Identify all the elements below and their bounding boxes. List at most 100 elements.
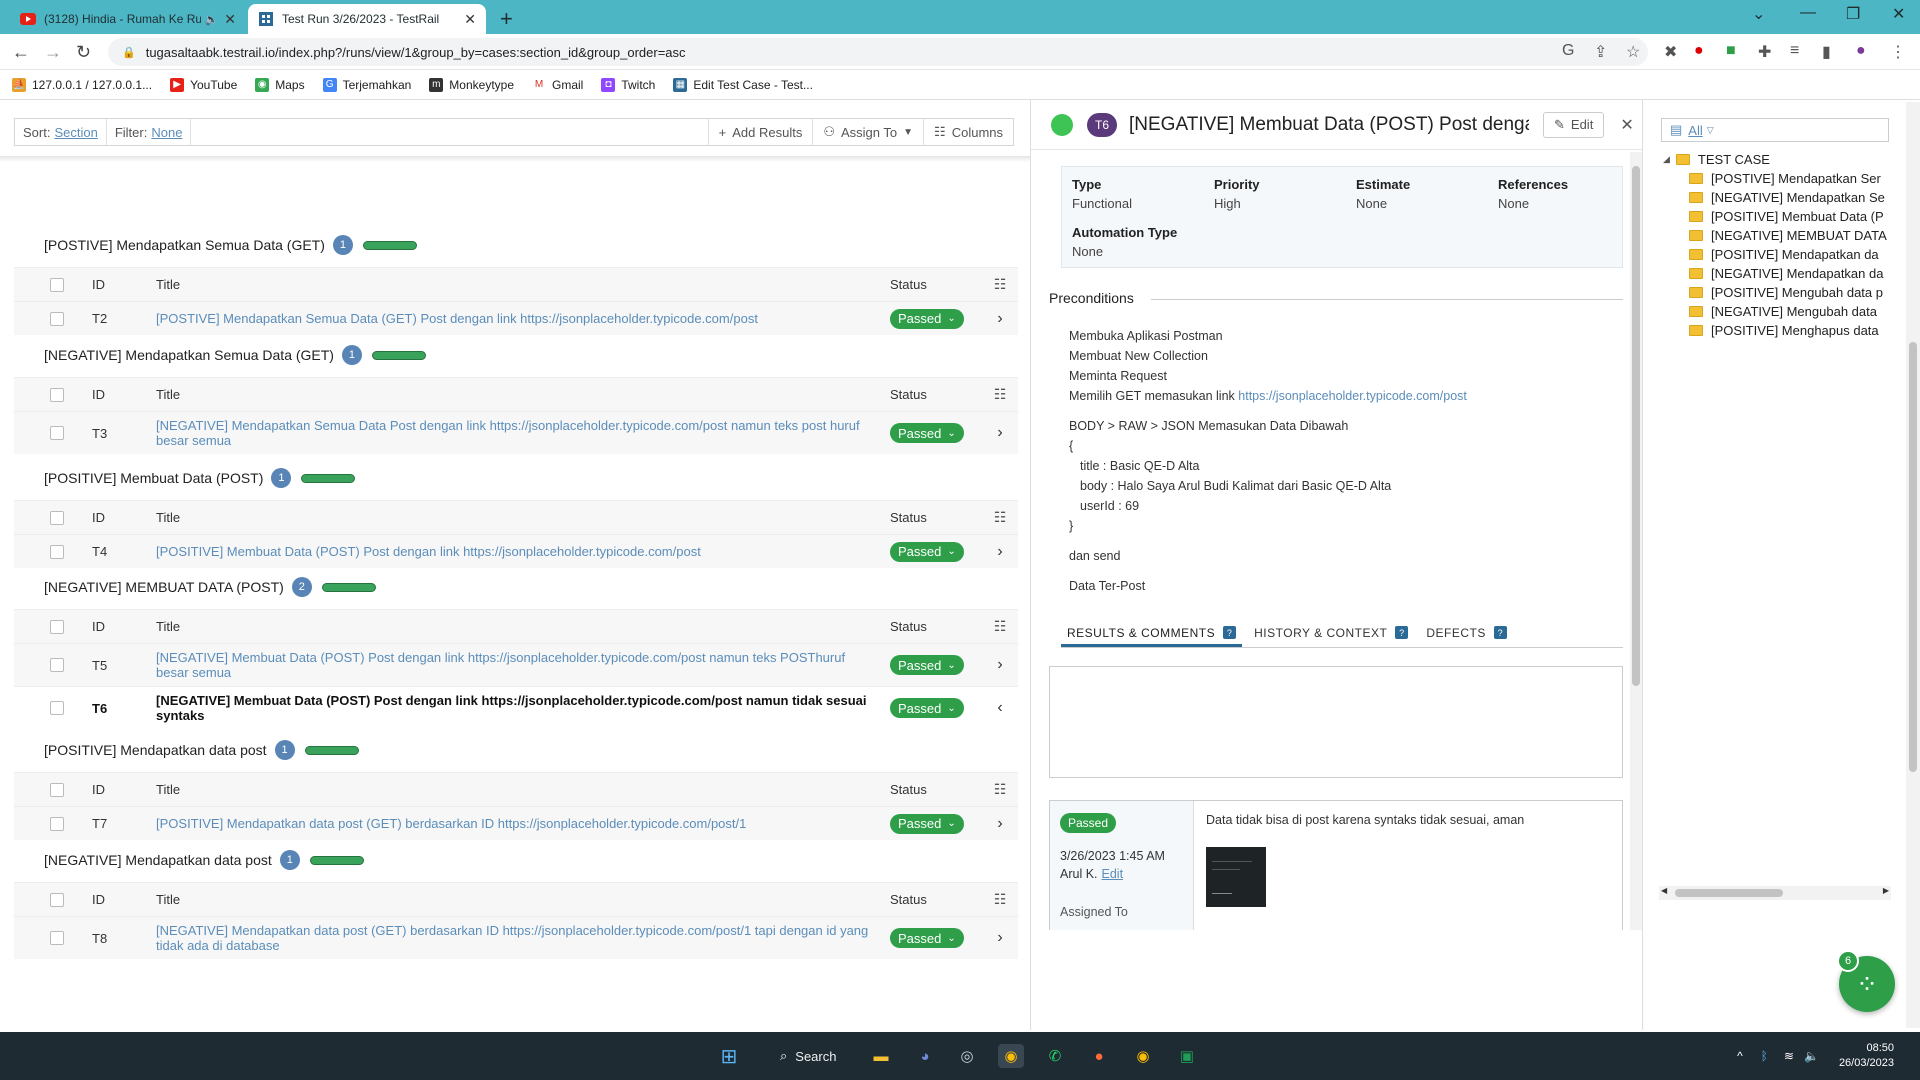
bookmark-item[interactable]: ◉ Maps [255,77,305,92]
chevron-right-icon[interactable]: › [982,424,1018,442]
page-scrollbar[interactable] [1906,102,1920,1028]
avatar[interactable]: ● [1856,42,1866,60]
clock[interactable]: 08:50 26/03/2023 [1839,1041,1894,1071]
star-icon[interactable]: ☆ [1626,42,1640,62]
row-checkbox[interactable] [50,426,64,440]
select-all-checkbox[interactable] [50,510,64,525]
chevron-right-icon[interactable]: › [982,543,1018,561]
test-title-link[interactable]: [NEGATIVE] Membuat Data (POST) Post deng… [128,650,890,680]
column-menu-icon[interactable]: ☷ [982,509,1018,526]
bookmark-item[interactable]: ⛵ 127.0.0.1 / 127.0.0.1... [12,77,152,92]
status-dropdown[interactable]: Passed ⌄ [890,698,964,718]
back-icon[interactable]: ← [12,42,30,63]
status-dropdown[interactable]: Passed ⌄ [890,541,964,562]
browser-tab-youtube[interactable]: (3128) Hindia - Rumah Ke Ru 🔈 ✕ [10,4,246,34]
chevron-up-icon[interactable]: ^ [1737,1049,1743,1063]
windows-start-icon[interactable]: ⊞ [716,1044,742,1068]
filter-value-link[interactable]: None [151,125,182,140]
chevron-right-icon[interactable]: › [982,815,1018,833]
row-checkbox[interactable] [50,701,64,715]
tree-section-item[interactable]: [POSTIVE] Mendapatkan Ser [1663,169,1887,188]
column-menu-icon[interactable]: ☷ [982,891,1018,908]
address-bar[interactable]: 🔒 tugasaltaabk.testrail.io/index.php?/ru… [108,38,1648,66]
chevron-left-icon[interactable]: ‹ [982,699,1018,717]
row-checkbox[interactable] [50,816,64,831]
bookmark-item[interactable]: ▦ Edit Test Case - Test... [673,77,813,92]
filter-control[interactable]: Filter: None [107,119,192,145]
volume-icon[interactable]: 🔈 [1804,1049,1819,1063]
maximize-icon[interactable]: ❐ [1846,4,1860,24]
table-row[interactable]: T4 [POSITIVE] Membuat Data (POST) Post de… [14,534,1018,568]
select-all-checkbox[interactable] [50,387,64,402]
close-icon[interactable]: ✕ [1620,115,1633,135]
chevron-right-icon[interactable]: › [982,310,1018,328]
chrome-profile-icon[interactable]: ◉ [1130,1044,1156,1068]
bookmark-item[interactable]: m Monkeytype [429,77,514,92]
wifi-icon[interactable]: ≋ [1784,1049,1794,1063]
status-dropdown[interactable]: Passed ⌄ [890,928,964,948]
scroll-thumb[interactable] [1632,166,1640,686]
close-window-icon[interactable]: ✕ [1892,4,1905,24]
edit-button[interactable]: ✎ Edit [1543,111,1605,138]
row-checkbox[interactable] [50,931,64,945]
add-results-button[interactable]: + Add Results [709,119,814,145]
sort-control[interactable]: Sort: Section [15,119,107,145]
steam-icon[interactable]: ◎ [954,1044,980,1068]
extension-green-icon[interactable]: ■ [1726,42,1736,60]
tree-section-item[interactable]: [NEGATIVE] Mendapatkan Se [1663,188,1887,207]
close-tab-icon[interactable]: ✕ [464,11,476,28]
chevron-right-icon[interactable]: › [982,656,1018,674]
excel-icon[interactable]: ▣ [1174,1044,1200,1068]
test-title-link[interactable]: [POSITIVE] Mendapatkan data post (GET) b… [128,816,890,831]
test-title-link[interactable]: [POSTIVE] Mendapatkan Semua Data (GET) P… [128,311,890,326]
browser-tab-testrail[interactable]: Test Run 3/26/2023 - TestRail ✕ [248,4,486,34]
attachment-thumbnail[interactable] [1206,847,1266,907]
select-all-checkbox[interactable] [50,277,64,292]
new-tab-icon[interactable]: + [500,6,513,32]
scroll-thumb[interactable] [1675,889,1783,897]
bookmark-item[interactable]: ▶ YouTube [170,77,237,92]
status-dropdown[interactable]: Passed ⌄ [890,308,964,329]
tree-section-item[interactable]: [POSITIVE] Menghapus data [1663,321,1887,340]
reload-icon[interactable]: ↻ [76,42,91,63]
table-row[interactable]: T7 [POSITIVE] Mendapatkan data post (GET)… [14,806,1018,840]
row-checkbox[interactable] [50,311,64,326]
tree-horizontal-scrollbar[interactable]: ◀ ▶ [1659,886,1891,900]
tab-history-context[interactable]: HISTORY & CONTEXT? [1248,622,1414,647]
close-tab-icon[interactable]: ✕ [224,11,236,28]
column-menu-icon[interactable]: ☷ [982,781,1018,798]
scroll-left-icon[interactable]: ◀ [1661,886,1667,895]
status-dropdown[interactable]: Passed ⌄ [890,813,964,834]
test-title-link[interactable]: [NEGATIVE] Mendapatkan data post (GET) b… [128,923,890,953]
bookmark-item[interactable]: ◘ Twitch [601,77,655,92]
tree-section-item[interactable]: [POSITIVE] Mengubah data p [1663,283,1887,302]
bookmark-item[interactable]: G Terjemahkan [322,77,411,92]
precondition-link[interactable]: https://jsonplaceholder.typicode.com/pos… [1238,389,1467,403]
reading-list-icon[interactable]: ≡ [1790,42,1799,60]
status-dropdown[interactable]: Passed ⌄ [890,423,964,443]
column-menu-icon[interactable]: ☷ [982,386,1018,403]
minimize-icon[interactable]: — [1800,4,1816,22]
help-icon[interactable]: ? [1395,626,1409,639]
scroll-thumb[interactable] [1909,342,1917,772]
table-row[interactable]: T3 [NEGATIVE] Mendapatkan Semua Data Post… [14,411,1018,454]
table-row[interactable]: T2 [POSTIVE] Mendapatkan Semua Data (GET)… [14,301,1018,335]
table-row[interactable]: T5 [NEGATIVE] Membuat Data (POST) Post de… [14,643,1018,686]
opera-icon[interactable]: ● [1694,42,1704,60]
tree-section-item[interactable]: [POSITIVE] Mendapatkan da [1663,245,1887,264]
test-title-link[interactable]: [POSITIVE] Membuat Data (POST) Post deng… [128,544,890,559]
row-checkbox[interactable] [50,658,64,672]
tree-root[interactable]: ◢ TEST CASE [1663,150,1887,169]
tree-section-item[interactable]: [NEGATIVE] MEMBUAT DATA [1663,226,1887,245]
help-icon[interactable]: ? [1223,626,1237,639]
scroll-right-icon[interactable]: ▶ [1883,886,1889,895]
help-icon[interactable]: ? [1493,626,1507,639]
more-menu-icon[interactable]: ⋮ [1890,42,1906,62]
bookmark-item[interactable]: M Gmail [532,77,583,92]
table-row[interactable]: T8 [NEGATIVE] Mendapatkan data post (GET)… [14,916,1018,959]
mute-icon[interactable]: 🔈 [205,13,219,26]
taskbar-search[interactable]: ⌕ Search [770,1042,866,1070]
share-icon[interactable]: ⇪ [1594,42,1607,62]
chevron-down-icon[interactable]: ⌄ [1752,4,1765,24]
edit-result-link[interactable]: Edit [1102,867,1124,881]
